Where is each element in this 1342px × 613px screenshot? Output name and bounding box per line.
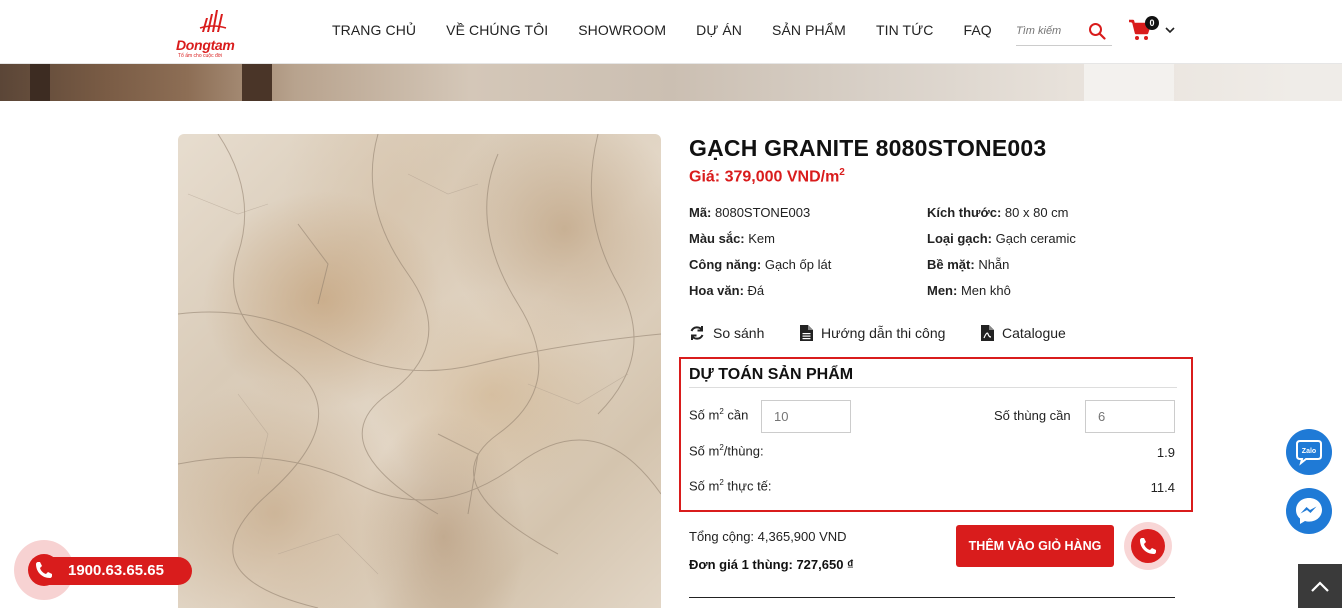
m2-actual-value: 11.4 [1150, 480, 1175, 495]
m2-per-box-value: 1.9 [1156, 445, 1175, 460]
logo-brand: Dongtam [176, 37, 235, 53]
nav-products[interactable]: SẢN PHẨM [772, 22, 846, 38]
spec-glaze: Men: Men khô [927, 283, 1011, 298]
m2-need-input[interactable] [761, 400, 851, 433]
phone-icon [36, 562, 52, 578]
nav-news[interactable]: TIN TỨC [876, 22, 934, 38]
nav-projects[interactable]: DỰ ÁN [696, 22, 742, 38]
estimate-panel: DỰ TOÁN SẢN PHẨM Số m2 cần Số thùng cần … [679, 357, 1193, 512]
chevron-up-icon [1311, 581, 1329, 592]
product-image[interactable] [178, 134, 661, 608]
product-title: GẠCH GRANITE 8080STONE003 [689, 135, 1047, 161]
phone-icon [1140, 538, 1156, 554]
estimate-divider [689, 387, 1177, 388]
spec-color: Màu sắc: Kem [689, 231, 775, 246]
site-header: Dongtam Tổ ấm cho cuộc đời TRANG CHỦ VỀ … [0, 0, 1342, 64]
cart-count-badge: 0 [1145, 16, 1159, 30]
zalo-chat-button[interactable]: Zalo [1286, 429, 1332, 475]
logo-mark-icon [199, 10, 227, 32]
install-guide-link[interactable]: Hướng dẫn thi công [800, 325, 945, 341]
m2-actual-label: Số m2 thực tế: [689, 478, 772, 494]
m2-per-box-label: Số m2/thùng: [689, 443, 764, 459]
messenger-chat-button[interactable] [1286, 488, 1332, 534]
call-button[interactable] [1124, 522, 1172, 570]
spec-function: Công năng: Gạch ốp lát [689, 257, 832, 272]
product-price: Giá: 379,000 VND/m2 [689, 167, 845, 186]
main-nav: TRANG CHỦ VỀ CHÚNG TÔI SHOWROOM DỰ ÁN SẢ… [332, 22, 1022, 38]
nav-showroom[interactable]: SHOWROOM [578, 22, 666, 38]
spec-size: Kích thước: 80 x 80 cm [927, 205, 1069, 220]
nav-about[interactable]: VỀ CHÚNG TÔI [446, 22, 548, 38]
spec-code: Mã: 8080STONE003 [689, 205, 811, 220]
refresh-icon [690, 326, 704, 340]
pdf-icon [981, 325, 994, 341]
dongtam-logo[interactable]: Dongtam Tổ ấm cho cuộc đời [176, 6, 252, 60]
search-box [1016, 18, 1112, 46]
product-actions: So sánh Hướng dẫn thi công Catalogue [689, 325, 1109, 343]
m2-need-label: Số m2 cần [689, 407, 749, 423]
unit-box-price: Đơn giá 1 thùng: 727,650 ₫ [689, 557, 854, 572]
logo-tagline: Tổ ấm cho cuộc đời [178, 53, 223, 59]
section-divider [689, 597, 1175, 598]
messenger-icon [1296, 498, 1322, 524]
boxes-need-label: Số thùng cần [994, 408, 1071, 423]
hotline-number: 1900.63.65.65 [68, 562, 164, 579]
page-banner-image [0, 64, 1342, 101]
compare-link[interactable]: So sánh [689, 325, 764, 341]
cart-button[interactable]: 0 [1128, 16, 1159, 44]
catalogue-link[interactable]: Catalogue [981, 325, 1066, 341]
add-to-cart-button[interactable]: THÊM VÀO GIỎ HÀNG [956, 525, 1114, 567]
nav-faq[interactable]: FAQ [963, 22, 991, 38]
zalo-label: Zalo [1302, 448, 1316, 455]
nav-home[interactable]: TRANG CHỦ [332, 22, 416, 38]
search-input[interactable] [1016, 25, 1082, 37]
document-icon [800, 325, 813, 341]
boxes-need-input[interactable] [1085, 400, 1175, 433]
zalo-icon: Zalo [1296, 440, 1322, 466]
chevron-down-icon[interactable] [1164, 24, 1176, 36]
search-icon[interactable] [1088, 22, 1106, 40]
spec-pattern: Hoa văn: Đá [689, 283, 765, 298]
spec-surface: Bề mặt: Nhẵn [927, 257, 1010, 272]
spec-type: Loại gạch: Gạch ceramic [927, 231, 1076, 246]
scroll-to-top-button[interactable] [1298, 564, 1342, 608]
hotline-widget[interactable]: 1900.63.65.65 [14, 540, 192, 600]
total-price: Tổng cộng: 4,365,900 VND [689, 529, 847, 544]
estimate-title: DỰ TOÁN SẢN PHẨM [689, 366, 854, 383]
